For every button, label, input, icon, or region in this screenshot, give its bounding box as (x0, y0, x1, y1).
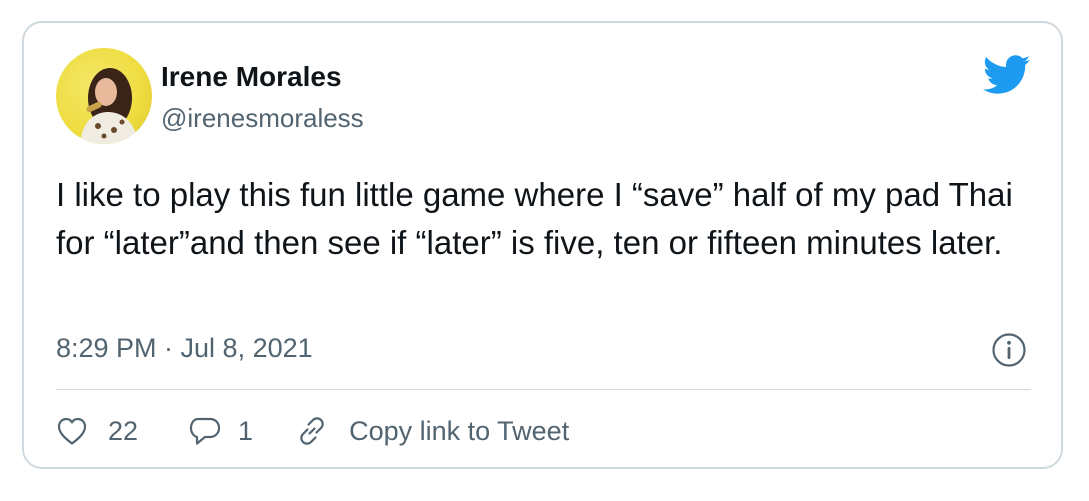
like-button[interactable]: 22 (56, 416, 138, 447)
heart-icon (56, 416, 88, 446)
avatar[interactable] (56, 48, 152, 144)
reply-button[interactable]: 1 (188, 415, 253, 447)
twitter-bird-icon[interactable] (983, 55, 1031, 95)
author-handle[interactable]: @irenesmoraless (161, 103, 364, 134)
divider (56, 389, 1031, 390)
like-count: 22 (108, 415, 139, 446)
speech-bubble-icon (188, 415, 222, 447)
tweet-text: I like to play this fun little game wher… (56, 176, 1013, 261)
reply-count: 1 (238, 415, 254, 446)
tweet-card[interactable]: Irene Morales @irenesmoraless I like to … (22, 21, 1063, 469)
copy-link-label: Copy link to Tweet (349, 415, 570, 446)
action-bar: 22 1 Copy link to Tweet (56, 409, 569, 453)
author-name[interactable]: Irene Morales (161, 61, 342, 93)
copy-link-button[interactable]: Copy link to Tweet (295, 414, 569, 448)
link-icon (295, 414, 329, 448)
tweet-timestamp[interactable]: 8:29 PM · Jul 8, 2021 (56, 333, 313, 364)
info-icon[interactable] (991, 332, 1027, 368)
